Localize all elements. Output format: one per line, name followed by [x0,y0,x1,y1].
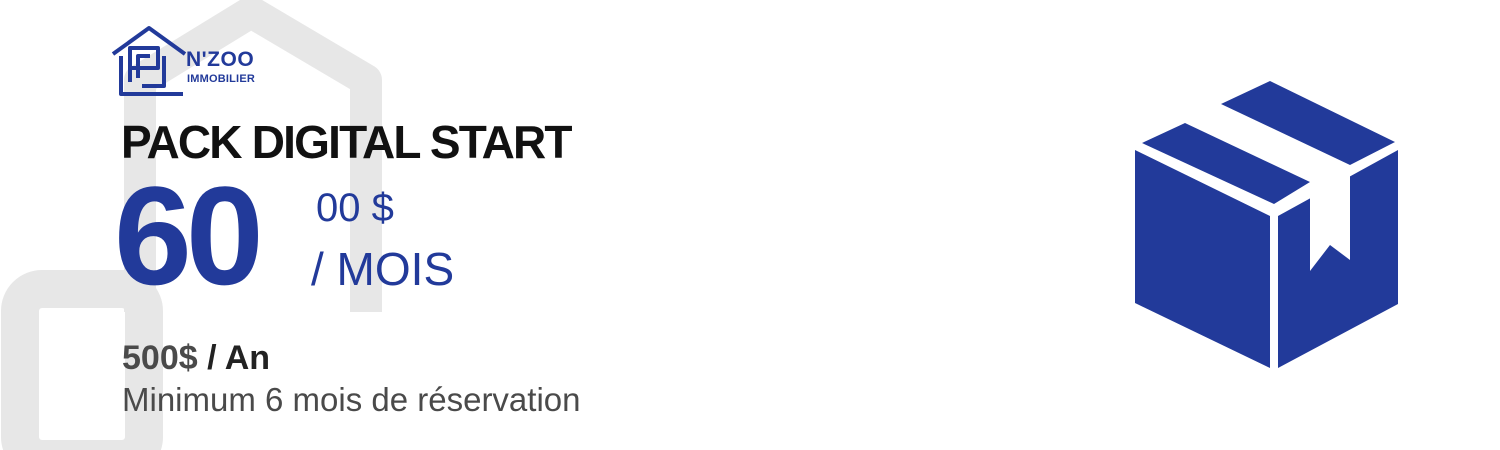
brand-subtitle: IMMOBILIER [187,73,255,85]
yearly-amount: 500$ [122,339,198,377]
house-logo-icon [111,26,187,96]
brand-name: N'ZOO [186,48,255,71]
package-box-icon [1135,81,1398,368]
minimum-reservation-note: Minimum 6 mois de réservation [122,381,581,418]
price-main-number: 60 [114,157,264,314]
price-period: / MOIS [311,243,455,295]
yearly-price: 500$ / An [122,341,270,375]
yearly-period: / An [207,339,271,377]
brand-logo: N'ZOO IMMOBILIER [110,22,280,102]
price-cents: 00 $ [316,186,394,230]
